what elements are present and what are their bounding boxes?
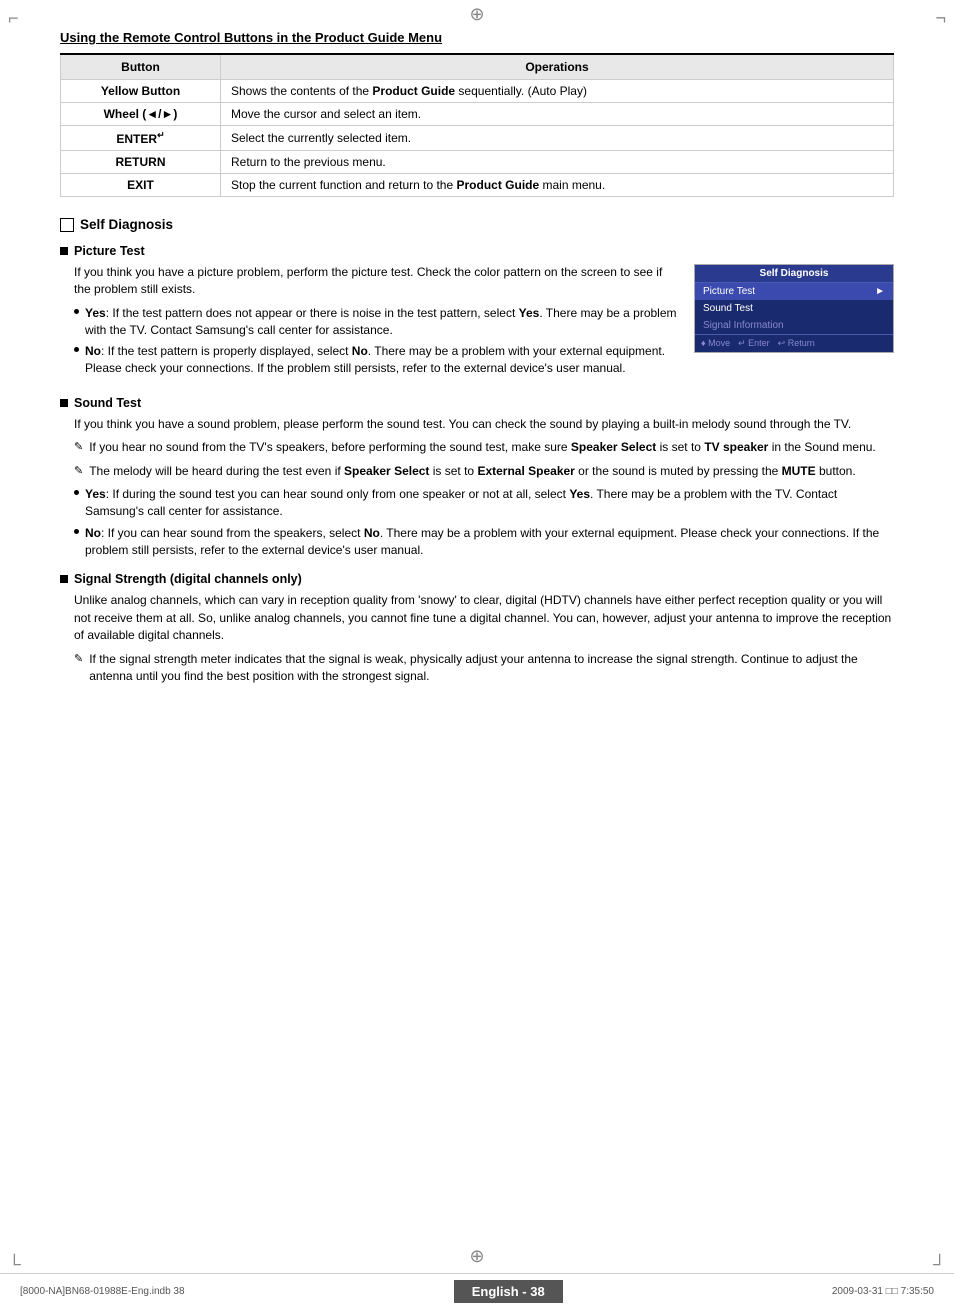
note-icon: ✎ <box>74 440 83 456</box>
bottom-crosshair: ⊕ <box>469 1246 484 1267</box>
diag-box-title: Self Diagnosis <box>695 265 893 283</box>
note-item: ✎ If you hear no sound from the TV's spe… <box>74 439 894 456</box>
note-item: ✎ The melody will be heard during the te… <box>74 463 894 480</box>
table-cell-op: Stop the current function and return to … <box>221 174 894 197</box>
table-header-button: Button <box>61 54 221 80</box>
self-diagnosis-section: Self Diagnosis Picture Test If you think… <box>60 217 894 685</box>
corner-mark-bl: └ <box>8 1254 21 1275</box>
diag-footer-enter: ↵ Enter <box>738 338 770 349</box>
note-item: ✎ If the signal strength meter indicates… <box>74 651 894 686</box>
diag-footer-move: ♦ Move <box>701 338 730 349</box>
bullet-text: Yes: If the test pattern does not appear… <box>85 305 678 339</box>
corner-mark-tl: ⌐ <box>8 8 19 29</box>
table-cell-op: Move the cursor and select an item. <box>221 103 894 126</box>
corner-mark-br: ┘ <box>933 1254 946 1275</box>
table-row: ENTER↵ Select the currently selected ite… <box>61 126 894 151</box>
picture-test-bullets: Yes: If the test pattern does not appear… <box>74 305 678 377</box>
picture-test-row: If you think you have a picture problem,… <box>74 264 894 382</box>
diag-footer-return: ↩ Return <box>778 338 815 349</box>
table-cell-button: RETURN <box>61 151 221 174</box>
page-container: ⌐ ¬ └ ┘ ⊕ ⊕ Using the Remote Control But… <box>0 0 954 1315</box>
table-row: RETURN Return to the previous menu. <box>61 151 894 174</box>
guide-table: Button Operations Yellow Button Shows th… <box>60 53 894 197</box>
signal-strength-body: Unlike analog channels, which can vary i… <box>74 592 894 685</box>
signal-strength-intro: Unlike analog channels, which can vary i… <box>74 592 894 644</box>
bullet-text: No: If the test pattern is properly disp… <box>85 343 678 377</box>
note-icon: ✎ <box>74 652 83 686</box>
picture-test-title: Picture Test <box>60 244 894 258</box>
table-row: EXIT Stop the current function and retur… <box>61 174 894 197</box>
signal-strength-notes: ✎ If the signal strength meter indicates… <box>74 651 894 686</box>
note-icon: ✎ <box>74 464 83 480</box>
sound-test-bullets: Yes: If during the sound test you can he… <box>74 486 894 558</box>
table-cell-button: Yellow Button <box>61 80 221 103</box>
corner-mark-tr: ¬ <box>935 8 946 29</box>
sound-test-title: Sound Test <box>60 396 894 410</box>
bullet-item: No: If you can hear sound from the speak… <box>74 525 894 559</box>
bullet-dot-icon <box>74 529 79 534</box>
signal-strength-label: Signal Strength (digital channels only) <box>74 572 302 586</box>
bullet-text: No: If you can hear sound from the speak… <box>85 525 894 559</box>
square-bullet-icon <box>60 399 68 407</box>
top-crosshair: ⊕ <box>469 4 484 25</box>
self-diagnosis-title: Self Diagnosis <box>80 217 173 232</box>
picture-test-subsection: Picture Test If you think you have a pic… <box>60 244 894 382</box>
footer-file-info: [8000-NA]BN68-01988E-Eng.indb 38 <box>20 1286 185 1297</box>
table-cell-button: Wheel (◄/►) <box>61 103 221 126</box>
table-cell-op: Return to the previous menu. <box>221 151 894 174</box>
section-title: Using the Remote Control Buttons in the … <box>60 30 894 45</box>
diag-box-footer: ♦ Move ↵ Enter ↩ Return <box>695 334 893 352</box>
bullet-dot-icon <box>74 309 79 314</box>
diag-box: Self Diagnosis Picture Test ► Sound Test… <box>694 264 894 353</box>
diag-box-sound-test: Sound Test <box>695 300 893 317</box>
sound-test-body: If you think you have a sound problem, p… <box>74 416 894 558</box>
diag-item-label: Picture Test <box>703 286 755 297</box>
diag-box-signal-info: Signal Information <box>695 317 893 334</box>
table-cell-op: Shows the contents of the Product Guide … <box>221 80 894 103</box>
picture-test-body: If you think you have a picture problem,… <box>74 264 894 382</box>
diag-item-label: Sound Test <box>703 303 753 314</box>
table-cell-button: ENTER↵ <box>61 126 221 151</box>
picture-test-intro: If you think you have a picture problem,… <box>74 264 678 299</box>
table-cell-button: EXIT <box>61 174 221 197</box>
bullet-item: No: If the test pattern is properly disp… <box>74 343 678 377</box>
table-row: Wheel (◄/►) Move the cursor and select a… <box>61 103 894 126</box>
table-header-operations: Operations <box>221 54 894 80</box>
page-footer: [8000-NA]BN68-01988E-Eng.indb 38 English… <box>0 1273 954 1303</box>
sound-test-intro: If you think you have a sound problem, p… <box>74 416 894 433</box>
picture-test-text: If you think you have a picture problem,… <box>74 264 678 382</box>
checkbox-icon <box>60 218 74 232</box>
page-number-box: English - 38 <box>454 1280 563 1303</box>
signal-strength-title: Signal Strength (digital channels only) <box>60 572 894 586</box>
sound-test-label: Sound Test <box>74 396 141 410</box>
note-text: If you hear no sound from the TV's speak… <box>89 439 876 456</box>
table-cell-op: Select the currently selected item. <box>221 126 894 151</box>
bullet-text: Yes: If during the sound test you can he… <box>85 486 894 520</box>
bullet-dot-icon <box>74 347 79 352</box>
table-row: Yellow Button Shows the contents of the … <box>61 80 894 103</box>
note-text: If the signal strength meter indicates t… <box>89 651 894 686</box>
self-diagnosis-header: Self Diagnosis <box>60 217 894 232</box>
sound-test-subsection: Sound Test If you think you have a sound… <box>60 396 894 558</box>
bullet-item: Yes: If during the sound test you can he… <box>74 486 894 520</box>
diag-arrow-icon: ► <box>875 286 885 297</box>
square-bullet-icon <box>60 575 68 583</box>
diag-item-label: Signal Information <box>703 320 784 331</box>
footer-date-info: 2009-03-31 □□ 7:35:50 <box>832 1286 934 1297</box>
sound-test-notes: ✎ If you hear no sound from the TV's spe… <box>74 439 894 480</box>
square-bullet-icon <box>60 247 68 255</box>
note-text: The melody will be heard during the test… <box>89 463 855 480</box>
picture-test-label: Picture Test <box>74 244 145 258</box>
bullet-dot-icon <box>74 490 79 495</box>
signal-strength-subsection: Signal Strength (digital channels only) … <box>60 572 894 685</box>
bullet-item: Yes: If the test pattern does not appear… <box>74 305 678 339</box>
diag-box-picture-test: Picture Test ► <box>695 283 893 300</box>
